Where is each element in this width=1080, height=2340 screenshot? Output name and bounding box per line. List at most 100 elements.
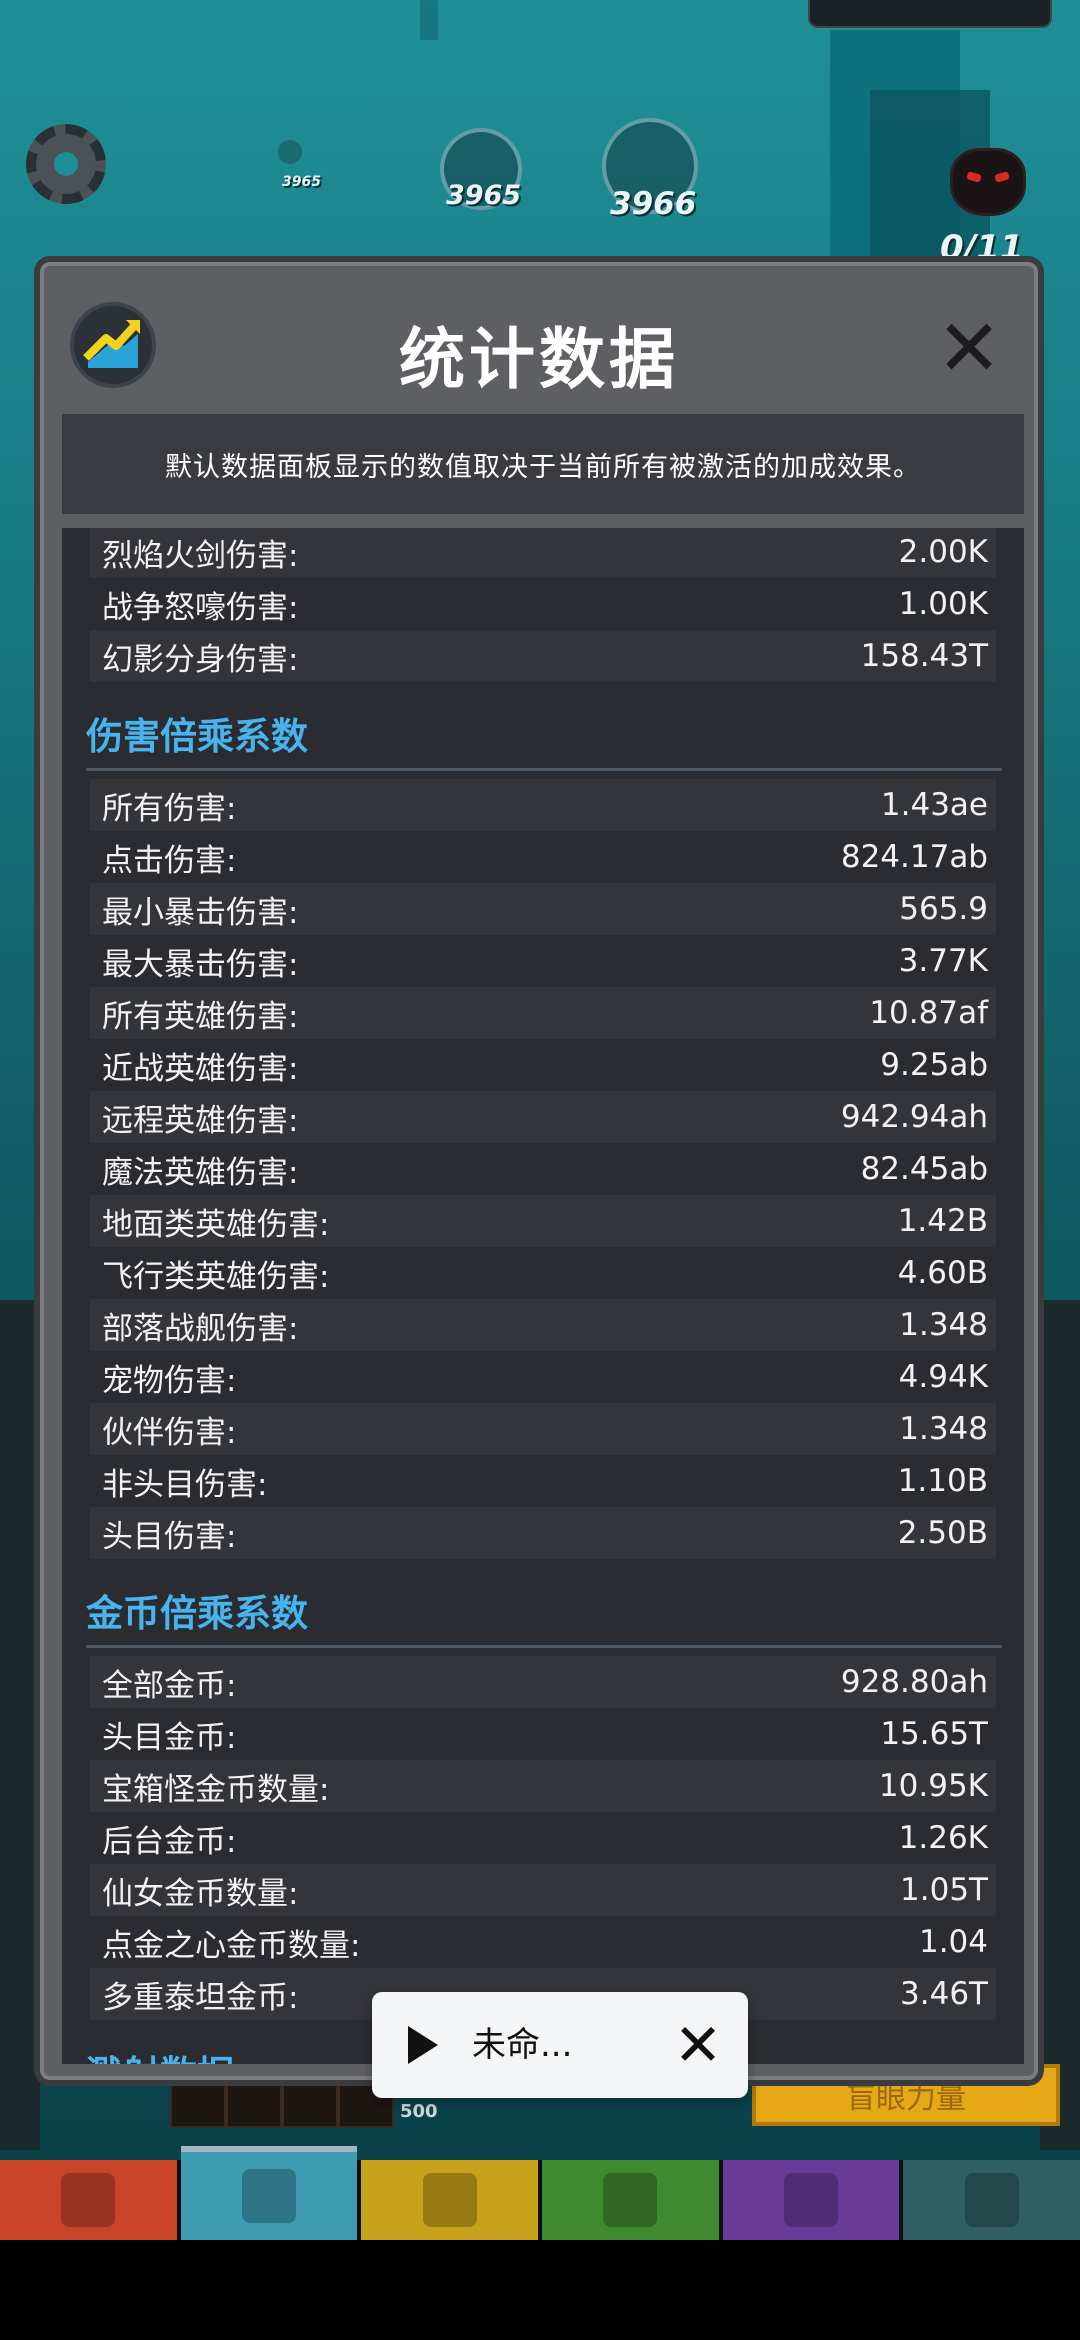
tab-heroes[interactable] [180, 2146, 358, 2240]
stat-label: 近战英雄伤害: [102, 1050, 299, 1087]
stat-value: 2.50B [897, 1515, 988, 1551]
stat-label: 最小暴击伤害: [102, 894, 299, 931]
stat-value: 82.45ab [860, 1151, 988, 1187]
stats-scroll-panel[interactable]: 烈焰火剑伤害: 2.00K 战争怒嚎伤害: 1.00K 幻影分身伤害: 158.43T… [62, 528, 1024, 2064]
stat-label: 所有英雄伤害: [102, 998, 299, 1035]
stat-row: 非头目伤害: 1.10B [90, 1455, 996, 1507]
tab-artifacts[interactable] [722, 2160, 900, 2240]
stat-label: 宝箱怪金币数量: [102, 1771, 330, 1808]
stat-row: 所有伤害: 1.43ae [90, 779, 996, 831]
close-icon[interactable]: ✕ [668, 2012, 728, 2078]
bottom-tab-bar [0, 2146, 1080, 2240]
stat-value: 158.43T [860, 638, 988, 674]
stat-row: 头目金币: 15.65T [90, 1708, 996, 1760]
shirt-icon [422, 2173, 477, 2227]
stat-value: 2.00K [898, 534, 988, 570]
skill-slot[interactable] [226, 2072, 282, 2128]
stage-indicator[interactable] [278, 140, 302, 164]
media-title[interactable]: 未命... [472, 1992, 572, 2098]
stat-value: 3.46T [900, 1976, 988, 2012]
section-header-gold: 金币倍乘系数 [86, 1559, 1002, 1648]
stat-value: 1.348 [899, 1411, 988, 1447]
stat-value: 942.94ah [840, 1099, 988, 1135]
stat-value: 9.25ab [880, 1047, 988, 1083]
stat-value: 1.348 [899, 1307, 988, 1343]
stat-row: 后台金币: 1.26K [90, 1812, 996, 1864]
stat-row: 部落战舰伤害: 1.348 [90, 1299, 996, 1351]
stat-label: 头目伤害: [102, 1518, 237, 1555]
hero-list-edge [1040, 1300, 1080, 2150]
close-icon[interactable]: ✕ [934, 310, 1004, 388]
stat-row: 宠物伤害: 4.94K [90, 1351, 996, 1403]
stat-label: 魔法英雄伤害: [102, 1154, 299, 1191]
stat-label: 点击伤害: [102, 842, 237, 879]
section-title: 伤害倍乘系数 [86, 715, 308, 758]
stat-label: 宠物伤害: [102, 1362, 237, 1399]
stat-value: 1.43ae [880, 787, 988, 823]
stat-label: 多重泰坦金币: [102, 1979, 299, 2016]
stat-label: 所有伤害: [102, 790, 237, 827]
stat-label: 地面类英雄伤害: [102, 1206, 330, 1243]
tab-pets[interactable] [542, 2160, 719, 2240]
stat-row: 点金之心金币数量: 1.04 [90, 1916, 996, 1968]
stat-row: 烈焰火剑伤害: 2.00K [90, 528, 996, 578]
stat-label: 最大暴击伤害: [102, 946, 299, 983]
settings-gear-icon[interactable] [26, 124, 106, 204]
stat-value: 1.04 [918, 1924, 988, 1960]
stat-row: 伙伴伤害: 1.348 [90, 1403, 996, 1455]
stat-label: 全部金币: [102, 1667, 237, 1704]
skill-slot[interactable] [170, 2072, 226, 2128]
tab-equipment[interactable] [361, 2160, 539, 2240]
boss-fight-icon[interactable] [950, 148, 1026, 216]
stats-list: 烈焰火剑伤害: 2.00K 战争怒嚎伤害: 1.00K 幻影分身伤害: 158.43T… [62, 528, 1024, 2064]
system-navigation-bar [0, 2240, 1080, 2340]
stat-label: 非头目伤害: [102, 1466, 268, 1503]
play-icon[interactable] [408, 2026, 438, 2064]
stat-label: 部落战舰伤害: [102, 1310, 299, 1347]
level-value: 500 [400, 2101, 438, 2122]
stat-row: 远程英雄伤害: 942.94ah [90, 1091, 996, 1143]
section-header-damage: 伤害倍乘系数 [86, 682, 1002, 771]
stat-value: 4.60B [897, 1255, 988, 1291]
stat-value: 3.77K [898, 943, 988, 979]
dialog-title: 统计数据 [399, 321, 679, 398]
stat-row: 头目伤害: 2.50B [90, 1507, 996, 1559]
stage-number-current: 3966 [610, 186, 697, 222]
stat-row: 战争怒嚎伤害: 1.00K [90, 578, 996, 630]
chest-icon [964, 2173, 1019, 2227]
stat-value: 4.94K [898, 1359, 988, 1395]
stat-value: 1.05T [900, 1872, 988, 1908]
tab-sword[interactable] [0, 2160, 177, 2240]
tab-shop[interactable] [903, 2160, 1080, 2240]
media-playback-toast: 未命... ✕ [372, 1992, 748, 2098]
skill-slot[interactable] [282, 2072, 338, 2128]
stat-label: 幻影分身伤害: [102, 641, 299, 678]
stat-value: 928.80ah [840, 1664, 988, 1700]
stat-label: 战争怒嚎伤害: [102, 589, 299, 626]
stat-value: 1.10B [897, 1463, 988, 1499]
stage-number: 3965 [446, 180, 522, 211]
stat-label: 头目金币: [102, 1719, 237, 1756]
stat-row: 魔法英雄伤害: 82.45ab [90, 1143, 996, 1195]
stat-row: 全部金币: 928.80ah [90, 1656, 996, 1708]
stat-label: 远程英雄伤害: [102, 1102, 299, 1139]
stat-label: 点金之心金币数量: [102, 1927, 361, 1964]
helmet-icon [242, 2169, 296, 2223]
stat-value: 565.9 [899, 891, 988, 927]
stat-value: 1.42B [897, 1203, 988, 1239]
stat-label: 烈焰火剑伤害: [102, 537, 299, 574]
stat-row: 最小暴击伤害: 565.9 [90, 883, 996, 935]
stat-row: 幻影分身伤害: 158.43T [90, 630, 996, 682]
stat-label: 后台金币: [102, 1823, 237, 1860]
stat-row: 飞行类英雄伤害: 4.60B [90, 1247, 996, 1299]
artifact-icon [784, 2173, 839, 2227]
stat-value: 15.65T [880, 1716, 988, 1752]
statistics-dialog: 统计数据 ✕ 默认数据面板显示的数值取决于当前所有被激活的加成效果。 烈焰火剑伤… [40, 262, 1038, 2080]
stat-row: 仙女金币数量: 1.05T [90, 1864, 996, 1916]
stage-number: 3965 [282, 174, 321, 190]
section-title: 溅射数据 [86, 2044, 234, 2064]
stat-value: 824.17ab [840, 839, 988, 875]
sword-icon [61, 2173, 116, 2227]
stat-row: 近战英雄伤害: 9.25ab [90, 1039, 996, 1091]
stat-value: 10.95K [878, 1768, 988, 1804]
